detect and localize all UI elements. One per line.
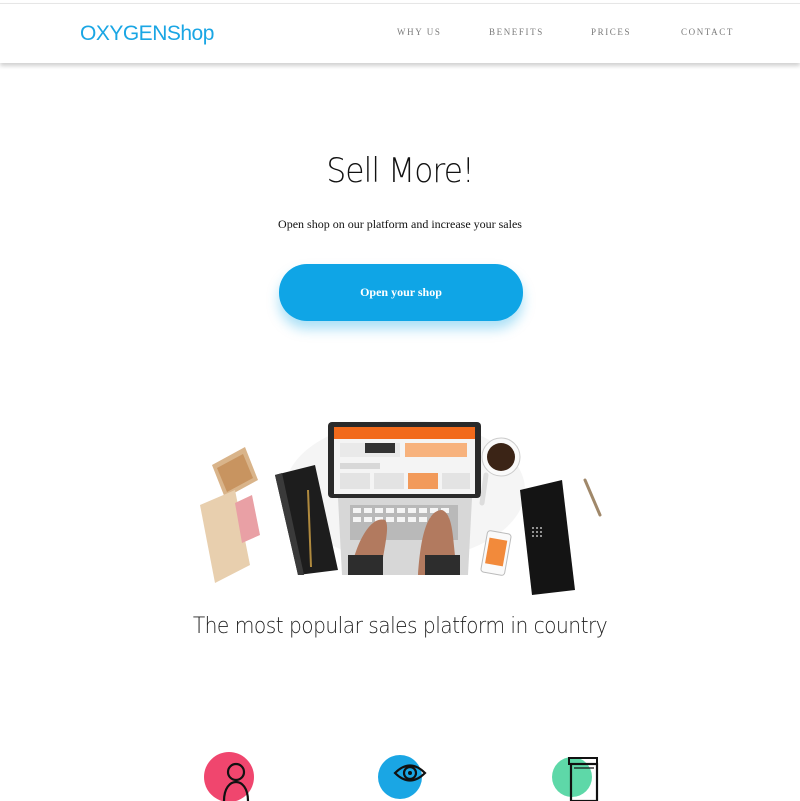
- feature-eye: [378, 750, 438, 801]
- user-icon: [204, 752, 254, 801]
- section-tagline: The most popular sales platform in count…: [192, 614, 608, 639]
- feature-documents: [552, 750, 612, 801]
- nav-link-benefits[interactable]: BENEFITS: [489, 27, 544, 37]
- hero-illustration: [200, 420, 602, 595]
- planner-image: [520, 478, 602, 595]
- hero-title: Sell More!: [326, 151, 474, 191]
- nav-link-prices[interactable]: PRICES: [591, 27, 631, 37]
- hero-subtitle: Open shop on our platform and increase y…: [278, 217, 522, 231]
- laptop-image: [328, 422, 481, 575]
- eye-icon: [378, 755, 427, 799]
- documents-icon: [552, 757, 599, 801]
- feature-user: [204, 750, 264, 801]
- navbar: OXYGENShop WHY US BENEFITS PRICES CONTAC…: [0, 3, 800, 63]
- open-shop-button[interactable]: Open your shop: [279, 264, 523, 321]
- nav-link-contact[interactable]: CONTACT: [681, 27, 734, 37]
- greeting-cards-image: [200, 447, 260, 583]
- nav-link-why-us[interactable]: WHY US: [397, 27, 442, 37]
- nav-links: WHY US BENEFITS PRICES CONTACT: [0, 27, 800, 41]
